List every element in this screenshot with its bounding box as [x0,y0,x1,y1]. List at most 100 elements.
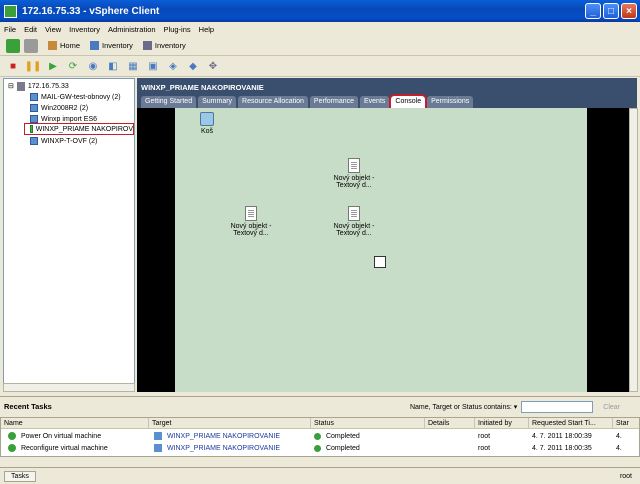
desktop-file-label: Nový objekt - [333,223,375,230]
vm-name: WINXP_PRIAME NAKOPIROVANIE [141,83,264,92]
breadcrumb-inventory[interactable]: Inventory [90,41,133,50]
task-filter: Name, Target or Status contains: ▾ Clear [410,401,620,413]
tree-item-win2008r2[interactable]: Win2008R2 (2) [30,103,88,113]
edit-settings-icon[interactable]: ◈ [166,60,180,74]
toolbar: ■ ❚❚ ▶ ⟳ ◉ ◧ ▦ ▣ ◈ ◆ ✥ [0,57,640,77]
task-target-link[interactable]: WINXP_PRIAME NAKOPIROVANIE [149,431,311,442]
inventory-tree[interactable]: ⊟ 172.16.75.33 MAIL-GW-test-obnovy (2) W… [3,78,135,392]
text-file-icon [245,206,257,221]
desktop-file-1[interactable]: Nový objekt - Textový d... [324,158,384,189]
table-row[interactable]: Power On virtual machine [1,431,149,442]
filter-label[interactable]: Name, Target or Status contains: ▾ [410,403,517,411]
desktop-file-label: Nový objekt - [333,175,375,182]
migrate-icon[interactable]: ◆ [186,60,200,74]
menu-plugins[interactable]: Plug-ins [164,25,191,34]
filter-input[interactable] [521,401,594,413]
tab-permissions[interactable]: Permissions [427,96,474,108]
tree-horizontal-scrollbar[interactable] [3,383,135,392]
breadcrumb-home[interactable]: Home [48,41,80,50]
menu-administration[interactable]: Administration [108,25,156,34]
tab-console[interactable]: Console [389,94,428,110]
collapse-icon[interactable]: ⊟ [8,82,14,90]
tab-events[interactable]: Events [360,96,390,108]
column-initiated-by[interactable]: Initiated by [475,418,529,429]
app-icon [4,4,17,18]
vm-header: WINXP_PRIAME NAKOPIROVANIE Getting Start… [137,78,637,110]
forward-icon[interactable] [24,38,38,53]
current-user: root [619,472,632,480]
hosts-icon [142,41,152,50]
task-start: 4. [616,445,622,452]
recycle-bin[interactable]: Koš [177,112,237,135]
clear-button[interactable]: Clear [603,404,620,411]
tree-item-mail-gw[interactable]: MAIL-GW-test-obnovy (2) [30,92,121,102]
back-icon[interactable] [6,38,20,53]
play-icon[interactable]: ▶ [46,60,60,74]
revert-icon[interactable]: ◧ [106,60,120,74]
window-title: 172.16.75.33 - vSphere Client [22,5,160,17]
reset-icon[interactable]: ⟳ [66,60,80,74]
desktop-file-2[interactable]: Nový objekt - Textový d... [221,206,281,237]
column-name[interactable]: Name [1,418,149,429]
tree-item-label: Winxp import ES6 [41,115,98,123]
devices-icon[interactable]: ✥ [206,60,220,74]
maximize-button[interactable]: □ [603,3,619,19]
tree-item-winxp-priame[interactable]: WINXP_PRIAME NAKOPIROV [24,123,134,135]
menu-edit[interactable]: Edit [24,25,37,34]
snapshot-icon[interactable]: ◉ [86,60,100,74]
desktop-file-label-2: Textový d... [336,230,372,237]
host-icon [16,81,25,91]
navigation-bar: Home Inventory Inventory [0,36,640,56]
menu-help[interactable]: Help [199,25,214,34]
tree-root[interactable]: ⊟ 172.16.75.33 [8,81,69,91]
menu-bar: File Edit View Inventory Administration … [0,22,640,36]
console-icon[interactable]: ▣ [146,60,160,74]
tree-item-winxp-t-ovf[interactable]: WINXP-T-OVF (2) [30,136,97,146]
task-initiator: root [478,445,491,452]
task-name: Power On virtual machine [20,433,102,440]
stop-icon[interactable]: ■ [6,60,20,74]
vm-icon [30,104,38,112]
task-icon [8,444,16,453]
menu-inventory[interactable]: Inventory [69,25,100,34]
task-time: 4. 7. 2011 18:00:39 [532,433,592,440]
text-file-icon [348,158,360,173]
column-target[interactable]: Target [149,418,311,429]
tab-summary[interactable]: Summary [198,96,237,108]
vm-icon [154,432,162,441]
home-label: Home [60,41,81,50]
tree-item-label: MAIL-GW-test-obnovy (2) [41,93,121,101]
column-details[interactable]: Details [425,418,475,429]
column-requested-start[interactable]: Requested Start Ti... [529,418,613,429]
task-status-label: Completed [325,433,360,440]
snapshot-manager-icon[interactable]: ▦ [126,60,140,74]
task-time: 4. 7. 2011 18:00:35 [532,445,592,452]
task-initiator: root [478,433,491,440]
inventory-icon [90,41,100,50]
tab-resource-allocation[interactable]: Resource Allocation [238,96,308,108]
column-start[interactable]: Star [613,418,639,429]
task-target-link[interactable]: WINXP_PRIAME NAKOPIROVANIE [149,443,311,454]
desktop-file-label: Nový objekt - [230,223,272,230]
guest-desktop[interactable]: Koš Nový objekt - Textový d... Nový obje… [175,108,587,392]
breadcrumb-inventory-2[interactable]: Inventory [142,41,186,50]
tasks-button[interactable]: Tasks [4,470,36,482]
menu-view[interactable]: View [45,25,61,34]
desktop-file-3[interactable]: Nový objekt - Textový d... [324,206,384,237]
minimize-button[interactable]: _ [585,3,601,19]
console-vertical-scrollbar[interactable] [629,108,638,392]
tab-performance[interactable]: Performance [309,96,358,108]
menu-file[interactable]: File [4,25,16,34]
task-start: 4. [616,433,622,440]
home-icon [48,41,57,50]
tab-getting-started[interactable]: Getting Started [141,96,197,108]
vm-icon [154,444,162,453]
inventory-label-2: Inventory [154,41,186,50]
pause-icon[interactable]: ❚❚ [25,60,42,74]
column-status[interactable]: Status [311,418,425,429]
table-row[interactable]: Reconfigure virtual machine [1,443,149,454]
console-view[interactable]: Koš Nový objekt - Textový d... Nový obje… [137,108,637,392]
close-button[interactable]: × [621,3,637,19]
tree-item-label: WINXP-T-OVF (2) [41,137,98,145]
task-status: Completed [311,443,425,454]
